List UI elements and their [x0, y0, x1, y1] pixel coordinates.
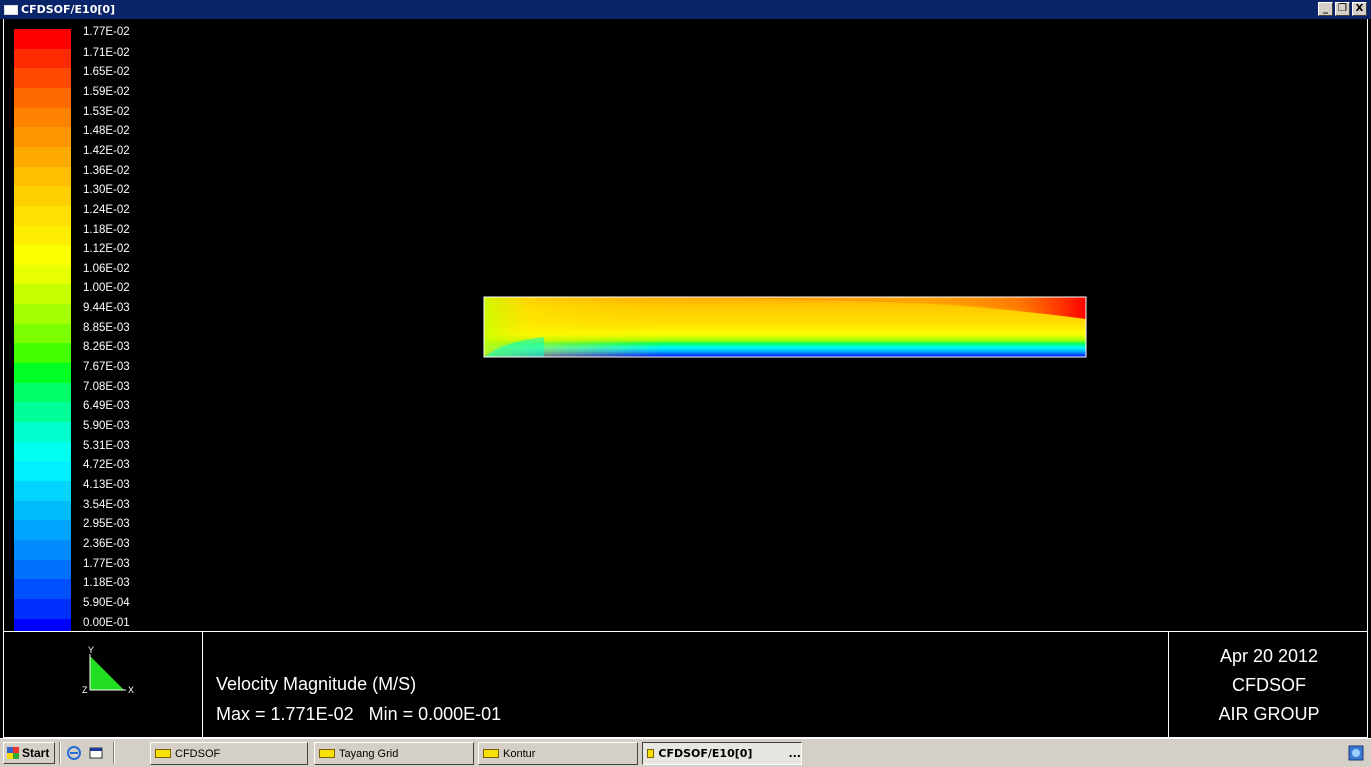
- app-label: CFDSOF: [1232, 675, 1306, 695]
- taskbar-separator: [113, 742, 115, 764]
- app-icon: [647, 749, 655, 758]
- date-label: Apr 20 2012: [1219, 646, 1319, 666]
- show-desktop-icon[interactable]: [87, 744, 105, 762]
- variable-name: Velocity Magnitude (M/S): [216, 674, 417, 694]
- start-button[interactable]: Start: [3, 742, 55, 764]
- taskbar: Start CFDSOF Tayang Grid Kontur CFDSOF/E…: [0, 738, 1371, 767]
- app-icon: [483, 749, 499, 758]
- plot-canvas[interactable]: 1.77E-02 1.71E-02 1.65E-02 1.59E-02 1.53E-02…: [3, 19, 1368, 639]
- task-label: Tayang Grid: [339, 747, 399, 760]
- axis-y-label: Y: [88, 646, 94, 655]
- restore-button[interactable]: ❐: [1335, 2, 1350, 16]
- axis-triad-icon: Y X Z: [82, 646, 134, 695]
- group-label: AIR GROUP: [1218, 704, 1320, 724]
- windows-flag-icon: [7, 747, 19, 759]
- task-label: Kontur: [503, 747, 536, 760]
- task-label: CFDSOF/E10[0]: [658, 747, 753, 760]
- task-button-cfdsof-e10[interactable]: CFDSOF/E10[0] ...: [642, 742, 802, 765]
- close-button[interactable]: X: [1352, 2, 1367, 16]
- stamp-block: Apr 20 2012 CFDSOF AIR GROUP: [1169, 642, 1369, 729]
- task-label: CFDSOF: [175, 747, 221, 760]
- task-button-kontur[interactable]: Kontur: [478, 742, 638, 765]
- window-icon[interactable]: [4, 4, 18, 15]
- system-tray-icon[interactable]: [1345, 742, 1367, 764]
- cfdsof-window: CFDSOF/E10[0] _ ❐ X 1.77E-02 1.71E-02 1.65…: [0, 0, 1371, 767]
- window-title: CFDSOF/E10[0]: [21, 3, 116, 16]
- flow-domain: [483, 296, 1087, 358]
- minimize-button[interactable]: _: [1318, 2, 1333, 16]
- app-icon: [319, 749, 335, 758]
- ie-icon[interactable]: [65, 744, 83, 762]
- title-bar[interactable]: CFDSOF/E10[0] _ ❐ X: [0, 0, 1371, 19]
- info-panel: Y X Z Velocity Magnitude (M/S) Max = 1.7…: [3, 631, 1368, 738]
- axis-x-label: X: [128, 685, 134, 695]
- taskbar-separator: [59, 742, 61, 764]
- app-icon: [155, 749, 171, 758]
- axis-z-label: Z: [82, 685, 88, 695]
- task-button-tayang-grid[interactable]: Tayang Grid: [314, 742, 474, 765]
- task-ellipsis: ...: [788, 747, 801, 760]
- contour-plot: [483, 296, 1087, 358]
- task-button-cfdsof[interactable]: CFDSOF: [150, 742, 308, 765]
- panel-divider: [202, 632, 203, 737]
- max-min-readout: Max = 1.771E-02 Min = 0.000E-01: [216, 704, 502, 724]
- start-label: Start: [22, 746, 50, 760]
